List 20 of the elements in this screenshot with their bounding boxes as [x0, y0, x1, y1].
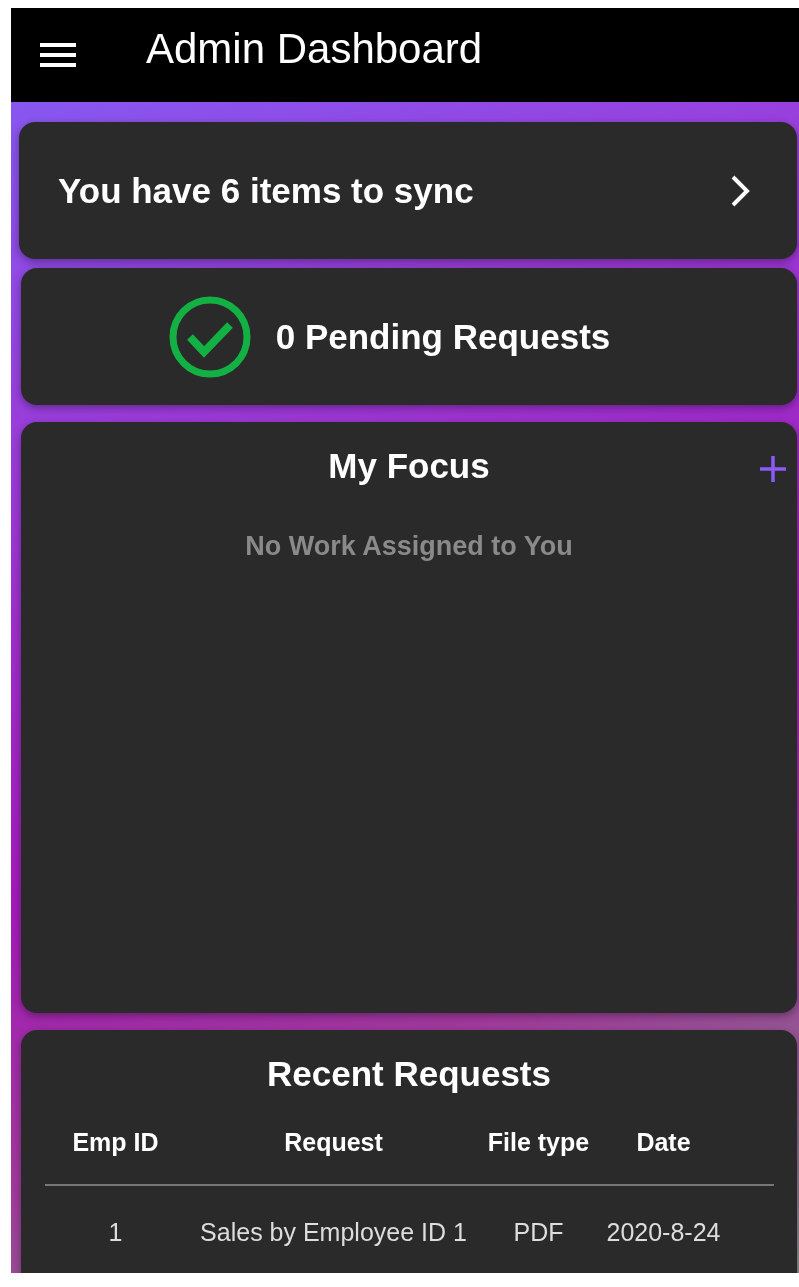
chevron-right-icon — [729, 173, 751, 208]
table-cell: 2020-8-24 — [606, 1218, 721, 1247]
empty-message: No Work Assigned to You — [245, 531, 573, 562]
column-header: Request — [284, 1128, 383, 1157]
sync-message: You have 6 items to sync — [58, 170, 474, 211]
column-header: File type — [487, 1128, 590, 1157]
table-cell: Sales by Employee ID 1 — [200, 1218, 467, 1247]
menu-button[interactable] — [40, 42, 76, 68]
app-title: Admin Dashboard — [146, 25, 483, 73]
menu-icon — [40, 42, 76, 68]
add-icon[interactable] — [759, 455, 787, 483]
column-header: Emp ID — [72, 1128, 159, 1157]
check-circle-icon — [167, 294, 252, 379]
sync-card[interactable]: You have 6 items to sync — [19, 122, 797, 259]
card-title: Recent Requests — [267, 1054, 551, 1094]
table-cell: 1 — [108, 1218, 123, 1247]
pending-count: 0 Pending Requests — [275, 316, 611, 357]
column-header: Date — [636, 1128, 691, 1157]
table-cell: PDF — [513, 1218, 564, 1247]
card-title: My Focus — [328, 446, 490, 486]
